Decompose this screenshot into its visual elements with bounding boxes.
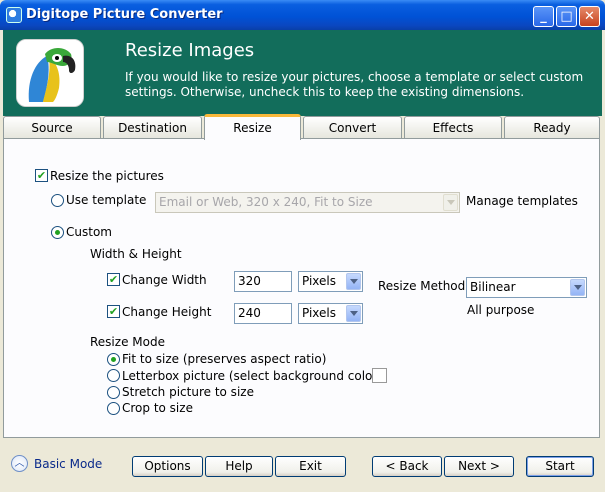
template-select-value: Email or Web, 320 x 240, Fit to Size [159,195,373,209]
resize-method-label: Resize Method: [378,279,470,293]
manage-templates-link[interactable]: Manage templates [466,194,578,208]
window-title: Digitope Picture Converter [26,7,223,22]
change-height-checkbox[interactable]: ✔ [107,305,120,318]
header-panel: Resize Images If you would like to resiz… [3,30,602,116]
tab-source[interactable]: Source [3,116,101,138]
chevron-down-icon [346,305,361,322]
chevron-down-icon [346,273,361,290]
maximize-button[interactable]: □ [556,6,577,27]
resize-checkbox-label[interactable]: Resize the pictures [50,169,164,183]
use-template-radio[interactable] [51,194,64,207]
change-height-label[interactable]: Change Height [122,305,211,319]
width-input[interactable]: 320 [234,271,292,292]
fit-to-size-radio[interactable] [107,353,120,366]
crop-radio[interactable] [107,402,120,415]
height-unit-value: Pixels [302,306,337,320]
resize-mode-heading: Resize Mode [90,335,165,349]
stretch-label[interactable]: Stretch picture to size [122,385,254,399]
height-unit-select[interactable]: Pixels [298,303,363,324]
resize-method-value: Bilinear [470,280,516,294]
page-description: If you would like to resize your picture… [125,70,584,99]
letterbox-label[interactable]: Letterbox picture (select background col… [122,369,382,383]
use-template-label[interactable]: Use template [66,193,146,207]
width-unit-value: Pixels [302,274,337,288]
custom-label[interactable]: Custom [66,225,112,239]
custom-radio[interactable] [51,226,64,239]
next-button[interactable]: Next > [444,456,514,477]
resize-checkbox[interactable]: ✔ [35,169,48,182]
width-height-heading: Width & Height [90,247,182,261]
tab-convert[interactable]: Convert [303,116,402,138]
start-button[interactable]: Start [526,456,594,477]
resize-method-description: All purpose [467,303,535,317]
chevron-down-icon [570,279,585,296]
stretch-radio[interactable] [107,386,120,399]
options-button[interactable]: Options [132,456,203,477]
tab-destination[interactable]: Destination [103,116,202,138]
resize-method-select[interactable]: Bilinear [466,277,587,298]
exit-button[interactable]: Exit [275,456,346,477]
back-button[interactable]: < Back [372,456,442,477]
chevron-up-icon[interactable]: ︿ [11,455,28,472]
letterbox-radio[interactable] [107,369,120,382]
background-color-swatch[interactable] [372,368,387,383]
fit-to-size-label[interactable]: Fit to size (preserves aspect ratio) [122,352,326,366]
height-input[interactable]: 240 [234,303,292,324]
template-select[interactable]: Email or Web, 320 x 240, Fit to Size [155,192,460,213]
chevron-down-icon [443,194,458,211]
change-width-checkbox[interactable]: ✔ [107,273,120,286]
change-width-label[interactable]: Change Width [122,273,207,287]
crop-label[interactable]: Crop to size [122,401,193,415]
page-title: Resize Images [125,40,255,61]
tab-resize[interactable]: Resize [204,114,301,140]
minimize-button[interactable]: _ [533,6,554,27]
parrot-logo-icon [16,39,84,107]
close-button[interactable]: ✕ [579,6,600,27]
app-icon[interactable] [6,7,22,23]
tab-effects[interactable]: Effects [404,116,502,138]
basic-mode-link[interactable]: Basic Mode [34,457,102,471]
tab-ready[interactable]: Ready [504,116,600,138]
help-button[interactable]: Help [205,456,273,477]
width-unit-select[interactable]: Pixels [298,271,363,292]
